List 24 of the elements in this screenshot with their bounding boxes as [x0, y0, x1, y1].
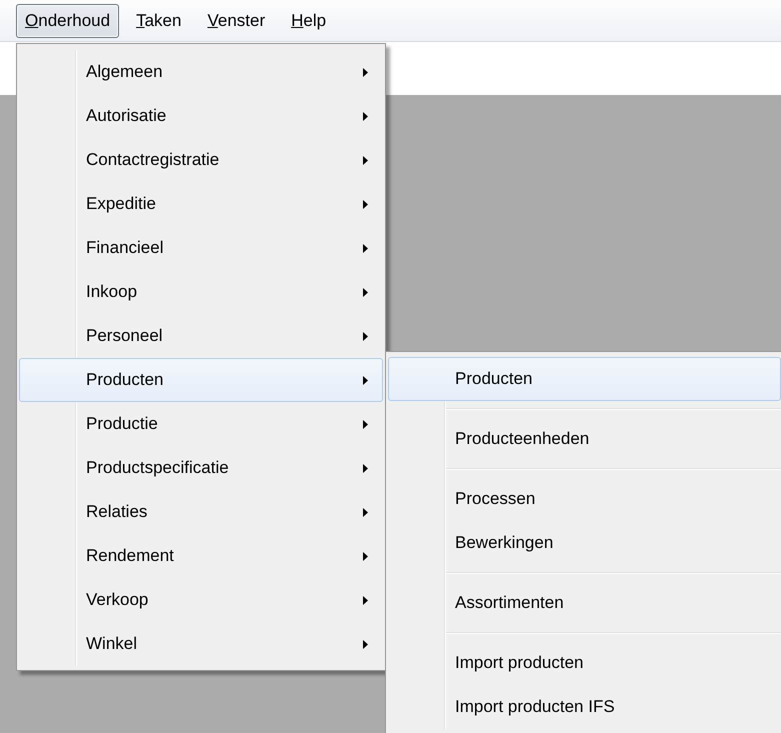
menu-item[interactable]: Import producten IFS: [388, 685, 781, 729]
menu-item[interactable]: Assortimenten: [388, 581, 781, 625]
menu-item[interactable]: Producteenheden: [388, 417, 781, 461]
menu-item[interactable]: Productspecificatie: [19, 446, 383, 490]
menu-item[interactable]: Expeditie: [19, 182, 383, 226]
menu-item[interactable]: Processen: [388, 477, 781, 521]
menu-item[interactable]: Inkoop: [19, 270, 383, 314]
menu-item[interactable]: Bewerkingen: [388, 521, 781, 565]
menu-item[interactable]: Personeel: [19, 314, 383, 358]
menu-item[interactable]: Import producten: [388, 641, 781, 685]
menu-item[interactable]: Winkel: [19, 622, 383, 666]
menu-title[interactable]: Onderhoud: [16, 4, 120, 38]
menu-title[interactable]: Help: [282, 4, 336, 38]
menu-item[interactable]: Producten: [388, 357, 781, 401]
menu-item[interactable]: Productie: [19, 402, 383, 446]
menu-item[interactable]: Rendement: [19, 534, 383, 578]
menu-item[interactable]: Financieel: [19, 226, 383, 270]
menu-item[interactable]: Producten: [19, 358, 383, 402]
menu-title[interactable]: Taken: [127, 4, 190, 38]
menu-item[interactable]: Contactregistratie: [19, 138, 383, 182]
menu-title[interactable]: Venster: [198, 4, 274, 38]
menu-item[interactable]: Autorisatie: [19, 94, 383, 138]
menu-item[interactable]: Verkoop: [19, 578, 383, 622]
menu-item[interactable]: Relaties: [19, 490, 383, 534]
